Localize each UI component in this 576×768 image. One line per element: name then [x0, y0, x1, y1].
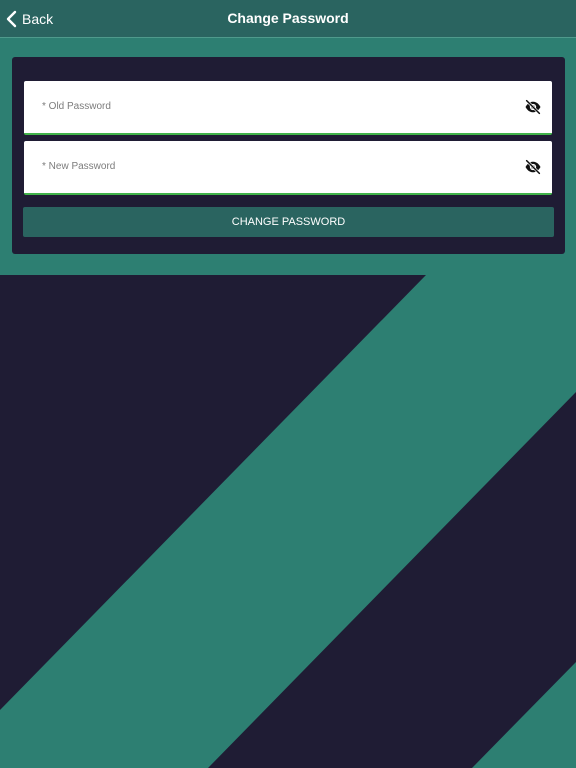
- navigation-bar: Back Change Password: [0, 0, 576, 38]
- eye-off-icon[interactable]: [524, 158, 542, 176]
- change-password-button[interactable]: CHANGE PASSWORD: [23, 207, 554, 237]
- new-password-field[interactable]: * New Password: [24, 141, 552, 195]
- page-title: Change Password: [227, 10, 349, 26]
- old-password-placeholder: * Old Password: [42, 101, 111, 112]
- new-password-placeholder: * New Password: [42, 161, 116, 172]
- eye-off-icon[interactable]: [524, 98, 542, 116]
- change-password-screen: Back Change Password * Old Password * Ne…: [0, 0, 576, 768]
- change-password-card: * Old Password * New Password CHANGE PAS…: [12, 57, 565, 254]
- old-password-field[interactable]: * Old Password: [24, 81, 552, 135]
